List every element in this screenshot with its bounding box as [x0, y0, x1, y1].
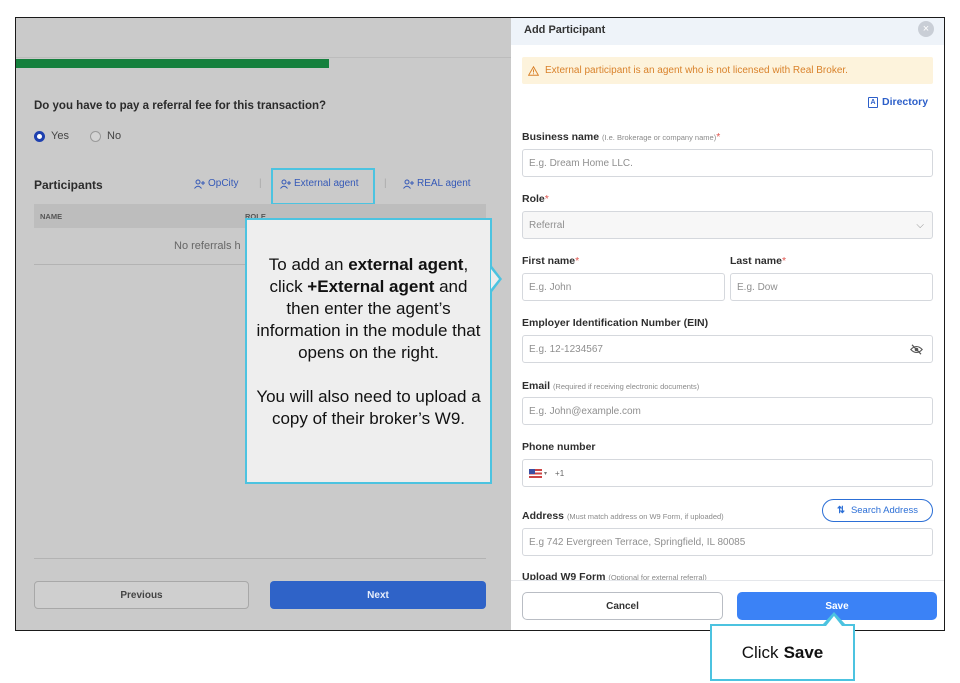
panel-header: Add Participant × [511, 18, 944, 45]
phone-input[interactable]: ▾ +1 [522, 459, 933, 487]
radio-yes-label: Yes [51, 130, 69, 142]
label-hint: (I.e. Brokerage or company name) [601, 133, 717, 142]
ein-input[interactable]: E.g. 12-1234567 [522, 335, 933, 363]
role-label: Role* [522, 193, 549, 205]
callout-bold-text: +External agent [307, 277, 435, 296]
label-text: Last name [730, 255, 782, 267]
add-real-agent-label: REAL agent [417, 178, 471, 189]
eye-slash-icon[interactable] [910, 344, 923, 355]
transaction-form: Do you have to pay a referral fee for th… [16, 18, 511, 630]
radio-no-option[interactable]: No [90, 130, 121, 142]
chevron-down-icon: ⌵ [916, 220, 924, 231]
phone-label: Phone number [522, 441, 596, 453]
business-name-input[interactable]: E.g. Dream Home LLC. [522, 149, 933, 177]
email-input[interactable]: E.g. John@example.com [522, 397, 933, 425]
search-address-button[interactable]: ⇅ Search Address [822, 499, 933, 522]
divider [34, 558, 486, 559]
separator: | [384, 178, 387, 189]
directory-link[interactable]: A Directory [868, 96, 928, 108]
label-text: Email [522, 380, 551, 392]
directory-label: Directory [882, 96, 929, 108]
callout-text: To add an [268, 255, 349, 274]
previous-button[interactable]: Previous [34, 581, 249, 609]
add-person-icon [403, 179, 414, 189]
label-hint: (Required if receiving electronic docume… [552, 382, 700, 391]
label-hint: (Must match address on W9 Form, if uploa… [566, 512, 724, 521]
close-icon[interactable]: × [918, 21, 934, 37]
label-text: Business name [522, 131, 600, 143]
ein-label: Employer Identification Number (EIN) [522, 317, 709, 329]
label-text: Role [522, 193, 545, 205]
label-text: Address [522, 510, 565, 522]
radio-yes-input[interactable] [34, 130, 45, 142]
phone-country-code: +1 [555, 468, 565, 478]
radio-no-input[interactable] [90, 130, 101, 142]
panel-title: Add Participant [524, 24, 606, 36]
email-label: Email (Required if receiving electronic … [522, 380, 699, 392]
external-agent-highlight [271, 168, 375, 205]
first-name-input[interactable]: E.g. John [522, 273, 725, 301]
callout-paragraph-2: You will also need to upload a copy of t… [256, 387, 481, 428]
participants-title: Participants [34, 178, 103, 192]
address-label: Address (Must match address on W9 Form, … [522, 510, 724, 522]
placeholder: E.g. Dow [737, 281, 778, 293]
add-opcity-button[interactable]: OpCity [194, 178, 239, 189]
panel-footer: Cancel Save [511, 580, 944, 630]
placeholder: E.g. John@example.com [529, 405, 641, 417]
save-callout-pointer-fill [826, 616, 842, 626]
warning-icon [528, 65, 539, 76]
screenshot-frame: Do you have to pay a referral fee for th… [15, 17, 945, 631]
save-callout: Click Save [710, 624, 855, 681]
instruction-callout: To add an external agent, click +Externa… [245, 218, 492, 484]
add-person-icon [194, 179, 205, 189]
callout-bold-text: external agent [348, 255, 464, 274]
address-book-icon: A [868, 96, 878, 108]
add-real-agent-button[interactable]: REAL agent [403, 178, 471, 189]
save-callout-bold: Save [783, 642, 824, 662]
save-callout-text: Click [741, 642, 779, 662]
caret-down-icon[interactable]: ▾ [544, 470, 547, 477]
cancel-button[interactable]: Cancel [522, 592, 723, 620]
sort-arrows-icon: ⇅ [836, 505, 845, 516]
column-header-name: NAME [40, 212, 63, 221]
radio-yes-option[interactable]: Yes [34, 130, 69, 142]
label-text: First name [522, 255, 576, 267]
placeholder: E.g. Dream Home LLC. [529, 157, 633, 169]
last-name-input[interactable]: E.g. Dow [730, 273, 933, 301]
placeholder: E.g 742 Evergreen Terrace, Springfield, … [529, 536, 746, 548]
empty-table-text: No referrals h [174, 240, 241, 252]
last-name-label: Last name* [730, 255, 787, 267]
form-top-bar [16, 18, 511, 58]
referral-fee-question: Do you have to pay a referral fee for th… [34, 100, 327, 112]
role-select[interactable]: Referral ⌵ [522, 211, 933, 239]
callout-pointer-fill [491, 269, 499, 289]
progress-bar [16, 59, 329, 68]
callout-paragraph-1: To add an external agent, click +Externa… [255, 254, 482, 364]
placeholder: E.g. 12-1234567 [529, 343, 603, 355]
role-value: Referral [529, 219, 565, 231]
radio-no-label: No [107, 130, 122, 142]
add-participant-panel: Add Participant × External participant i… [511, 18, 944, 630]
address-input[interactable]: E.g 742 Evergreen Terrace, Springfield, … [522, 528, 933, 556]
warning-banner: External participant is an agent who is … [522, 57, 933, 84]
add-opcity-label: OpCity [208, 178, 239, 189]
separator: | [259, 178, 262, 189]
placeholder: E.g. John [529, 281, 572, 293]
first-name-label: First name* [522, 255, 580, 267]
next-button[interactable]: Next [270, 581, 486, 609]
us-flag-icon[interactable] [529, 468, 542, 478]
business-name-label: Business name (I.e. Brokerage or company… [522, 131, 721, 143]
search-address-label: Search Address [850, 505, 919, 516]
warning-text: External participant is an agent who is … [545, 65, 848, 76]
